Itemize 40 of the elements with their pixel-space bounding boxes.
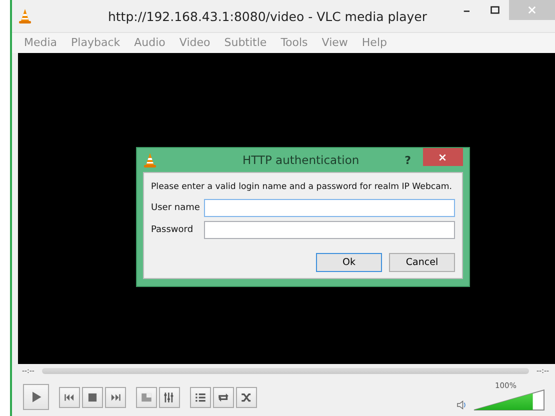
- playlist-button[interactable]: [190, 386, 211, 408]
- vlc-cone-icon: [18, 8, 32, 24]
- menu-item[interactable]: View: [314, 33, 355, 53]
- close-icon: [438, 152, 448, 162]
- sliders-icon: [163, 390, 176, 404]
- fullscreen-icon: [140, 390, 153, 404]
- dialog-title: HTTP authentication: [241, 153, 360, 167]
- speaker-icon: [456, 399, 468, 411]
- stop-icon: [86, 390, 99, 404]
- shuffle-button[interactable]: [236, 386, 257, 408]
- menu-item[interactable]: Playback: [64, 33, 128, 53]
- stop-button[interactable]: [82, 386, 103, 408]
- next-button[interactable]: [105, 386, 126, 408]
- menu-item[interactable]: Audio: [127, 33, 172, 53]
- equalizer-button[interactable]: [159, 386, 180, 408]
- field-label: Password: [151, 225, 194, 235]
- list-icon: [194, 390, 207, 404]
- menu-item[interactable]: Media: [17, 33, 64, 53]
- loop-icon: [217, 390, 230, 404]
- maximize-icon: [490, 5, 500, 15]
- dialog-button[interactable]: Cancel: [389, 253, 455, 272]
- menu-item[interactable]: Video: [172, 33, 218, 53]
- volume-slider[interactable]: [473, 389, 545, 411]
- shuffle-icon: [240, 390, 253, 404]
- window-title: http://192.168.43.1:8080/video - VLC media player: [106, 8, 428, 24]
- loop-button[interactable]: [213, 386, 234, 408]
- input-field[interactable]: [204, 221, 455, 239]
- menu-item[interactable]: Subtitle: [217, 33, 274, 53]
- previous-button[interactable]: [59, 386, 80, 408]
- vlc-cone-icon: [143, 152, 157, 168]
- close-button[interactable]: [422, 148, 463, 166]
- menu-item[interactable]: Help: [354, 33, 394, 53]
- field-label: User name: [151, 203, 201, 213]
- play-button[interactable]: [23, 384, 49, 410]
- dialog-message: Please enter a valid login name and a password for realm IP Webcam.: [151, 182, 453, 192]
- close-icon: [526, 5, 537, 15]
- input-field[interactable]: [204, 199, 455, 217]
- dialog-button[interactable]: Ok: [316, 253, 382, 272]
- help-button[interactable]: ?: [404, 154, 411, 166]
- menu-item[interactable]: Tools: [274, 33, 315, 53]
